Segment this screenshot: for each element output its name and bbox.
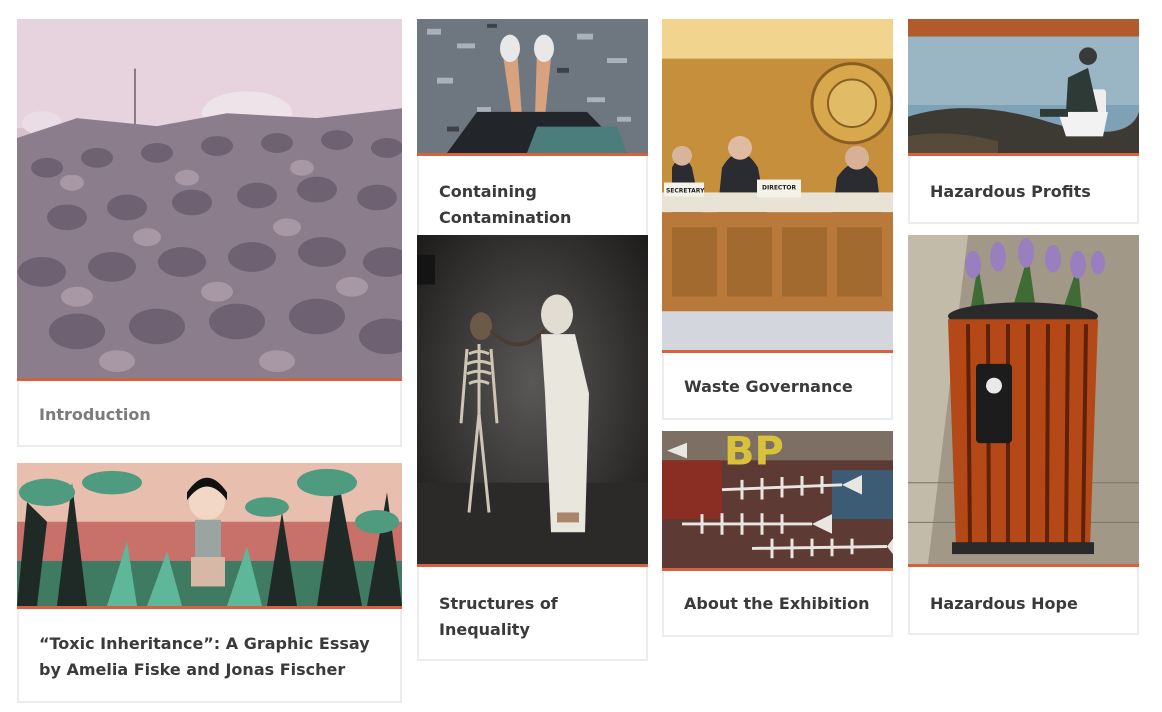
card-title[interactable]: Structures of Inequality [439, 591, 630, 643]
flower-trash-bin-image[interactable] [908, 235, 1139, 567]
card-title[interactable]: Hazardous Hope [930, 591, 1121, 617]
skeleton-gas-mask-image[interactable] [417, 235, 648, 567]
feet-on-debris-image[interactable] [417, 19, 648, 156]
card-title[interactable]: Introduction [39, 402, 384, 428]
card-toxic-inheritance[interactable]: “Toxic Inheritance”: A Graphic Essay by … [17, 463, 402, 703]
card-waste-governance[interactable]: SECRETARY DIRECTOR Waste Governance [662, 19, 893, 420]
card-title[interactable]: About the Exhibition [684, 591, 875, 617]
card-title[interactable]: Containing Contamination [439, 179, 630, 231]
secretary-sign-text: SECRETARY [666, 187, 705, 194]
comic-girl-image[interactable] [17, 463, 402, 609]
card-structures-of-inequality[interactable]: Structures of Inequality [417, 235, 648, 661]
rusted-barrels-image[interactable] [17, 19, 402, 381]
fish-skeleton-mural-image[interactable]: BP [662, 431, 893, 571]
card-containing-contamination[interactable]: Containing Contamination [417, 19, 648, 249]
toilet-on-shore-image[interactable] [908, 19, 1139, 156]
card-introduction[interactable]: Introduction [17, 19, 402, 447]
card-title[interactable]: Hazardous Profits [930, 179, 1121, 205]
director-sign-text: DIRECTOR [762, 184, 797, 191]
un-conference-image[interactable]: SECRETARY DIRECTOR [662, 19, 893, 353]
card-hazardous-profits[interactable]: Hazardous Profits [908, 19, 1139, 224]
card-about-the-exhibition[interactable]: BP About the Exhibition [662, 431, 893, 637]
card-title[interactable]: Waste Governance [684, 374, 875, 400]
card-title[interactable]: “Toxic Inheritance”: A Graphic Essay by … [39, 631, 384, 683]
card-hazardous-hope[interactable]: Hazardous Hope [908, 235, 1139, 635]
bp-letters-text: BP [724, 431, 784, 474]
